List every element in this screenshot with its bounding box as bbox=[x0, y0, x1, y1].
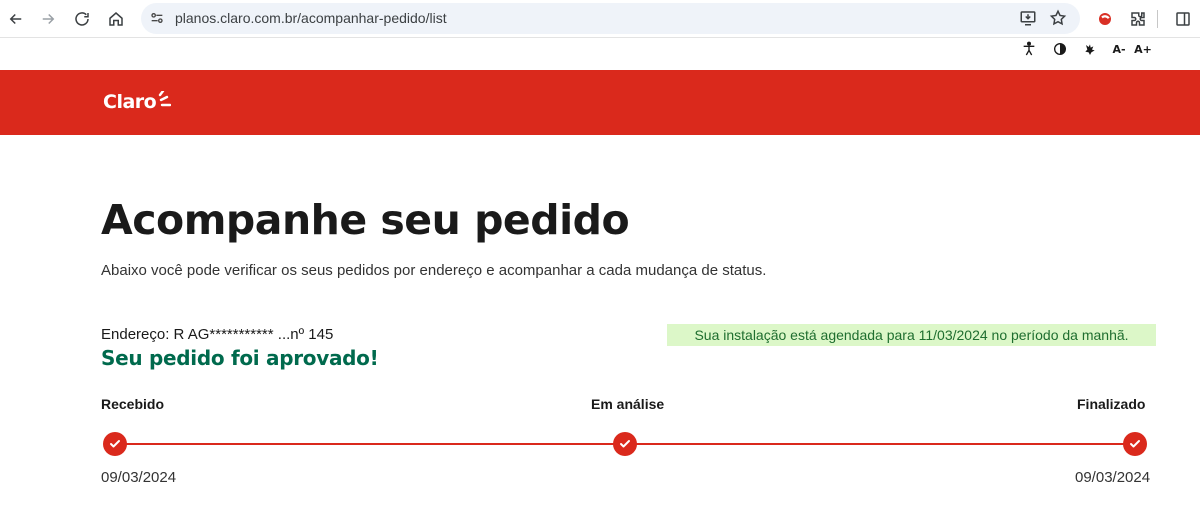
order-address: Endereço: R AG*********** ...nº 145 bbox=[101, 326, 334, 343]
contrast-icon[interactable] bbox=[1050, 40, 1070, 58]
logo-text: Claro bbox=[103, 91, 157, 113]
extensions-puzzle-icon[interactable] bbox=[1127, 8, 1149, 30]
install-app-icon[interactable] bbox=[1018, 8, 1038, 28]
step-date-finalizado: 09/03/2024 bbox=[1075, 469, 1151, 486]
back-icon[interactable] bbox=[3, 6, 29, 32]
site-header bbox=[0, 70, 1200, 135]
step-check-finalizado bbox=[1123, 432, 1147, 456]
order-status-title: Seu pedido foi aprovado! bbox=[101, 346, 379, 370]
logo-rays-icon bbox=[159, 91, 172, 107]
side-panel-icon[interactable] bbox=[1172, 8, 1194, 30]
check-icon bbox=[1130, 440, 1140, 448]
step-check-em-analise bbox=[613, 432, 637, 456]
step-check-recebido bbox=[103, 432, 127, 456]
forward-icon[interactable] bbox=[35, 6, 61, 32]
browser-toolbar: planos.claro.com.br/acompanhar-pedido/li… bbox=[0, 0, 1200, 38]
step-label-em-analise: Em análise bbox=[591, 396, 665, 412]
page-subtitle: Abaixo você pode verificar os seus pedid… bbox=[101, 262, 767, 279]
toolbar-divider bbox=[1157, 10, 1158, 28]
extension-red-icon[interactable] bbox=[1094, 8, 1116, 30]
reload-icon[interactable] bbox=[69, 6, 95, 32]
step-label-recebido: Recebido bbox=[101, 396, 165, 412]
font-decrease-button[interactable]: A- bbox=[1109, 40, 1129, 58]
page-title: Acompanhe seu pedido bbox=[101, 196, 630, 244]
accessibility-person-icon[interactable] bbox=[1019, 40, 1039, 58]
step-date-recebido: 09/03/2024 bbox=[101, 469, 177, 486]
home-icon[interactable] bbox=[103, 6, 129, 32]
bookmark-star-icon[interactable] bbox=[1048, 8, 1068, 28]
sign-language-icon[interactable] bbox=[1080, 40, 1100, 58]
font-increase-button[interactable]: A+ bbox=[1133, 40, 1153, 58]
check-icon bbox=[110, 440, 120, 448]
schedule-badge: Sua instalação está agendada para 11/03/… bbox=[667, 324, 1156, 346]
check-icon bbox=[620, 440, 630, 448]
step-label-finalizado: Finalizado bbox=[1077, 396, 1146, 412]
claro-logo[interactable]: Claro bbox=[103, 89, 172, 115]
url-text[interactable]: planos.claro.com.br/acompanhar-pedido/li… bbox=[175, 10, 447, 26]
site-settings-icon[interactable] bbox=[147, 8, 167, 28]
